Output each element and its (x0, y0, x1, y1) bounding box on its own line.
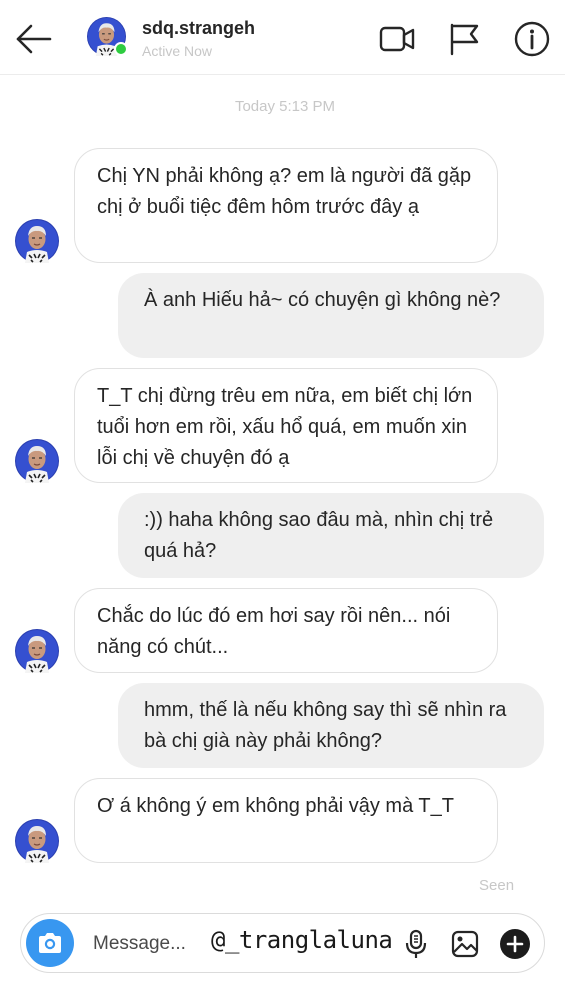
camera-icon[interactable] (26, 919, 74, 967)
back-arrow-icon[interactable] (12, 18, 54, 60)
message-composer: @_tranglaluna (20, 913, 545, 973)
sender-avatar[interactable] (15, 819, 59, 863)
microphone-icon[interactable] (400, 928, 432, 960)
conversation-timestamp: Today 5:13 PM (234, 98, 336, 115)
seen-indicator: Seen (479, 877, 515, 894)
sender-avatar[interactable] (15, 219, 59, 263)
contact-avatar[interactable] (87, 17, 128, 56)
watermark-text: @_tranglaluna (211, 926, 393, 954)
contact-active-status: Active Now (142, 43, 213, 59)
sender-avatar[interactable] (15, 439, 59, 483)
incoming-message[interactable]: Chắc do lúc đó em hơi say rồi nên... nói… (74, 588, 498, 673)
outgoing-message[interactable]: hmm, thế là nếu không say thì sẽ nhìn ra… (118, 683, 544, 768)
contact-username[interactable]: sdq.strangeh (142, 18, 255, 39)
incoming-message[interactable]: T_T chị đừng trêu em nữa, em biết chị lớ… (74, 368, 498, 483)
gallery-icon[interactable] (449, 928, 481, 960)
flag-icon[interactable] (445, 20, 483, 58)
plus-icon[interactable] (499, 928, 531, 960)
message-input[interactable] (93, 932, 193, 956)
info-icon[interactable] (513, 20, 551, 58)
outgoing-message[interactable]: À anh Hiếu hả~ có chuyện gì không nè? (118, 273, 544, 358)
incoming-message[interactable]: Chị YN phải không ạ? em là người đã gặp … (74, 148, 498, 263)
sender-avatar[interactable] (15, 629, 59, 673)
chat-header: sdq.strangeh Active Now (0, 0, 565, 75)
online-status-dot (114, 42, 128, 56)
incoming-message[interactable]: Ơ á không ý em không phải vậy mà T_T (74, 778, 498, 863)
outgoing-message[interactable]: :)) haha không sao đâu mà, nhìn chị trẻ … (118, 493, 544, 578)
video-call-icon[interactable] (378, 20, 416, 58)
